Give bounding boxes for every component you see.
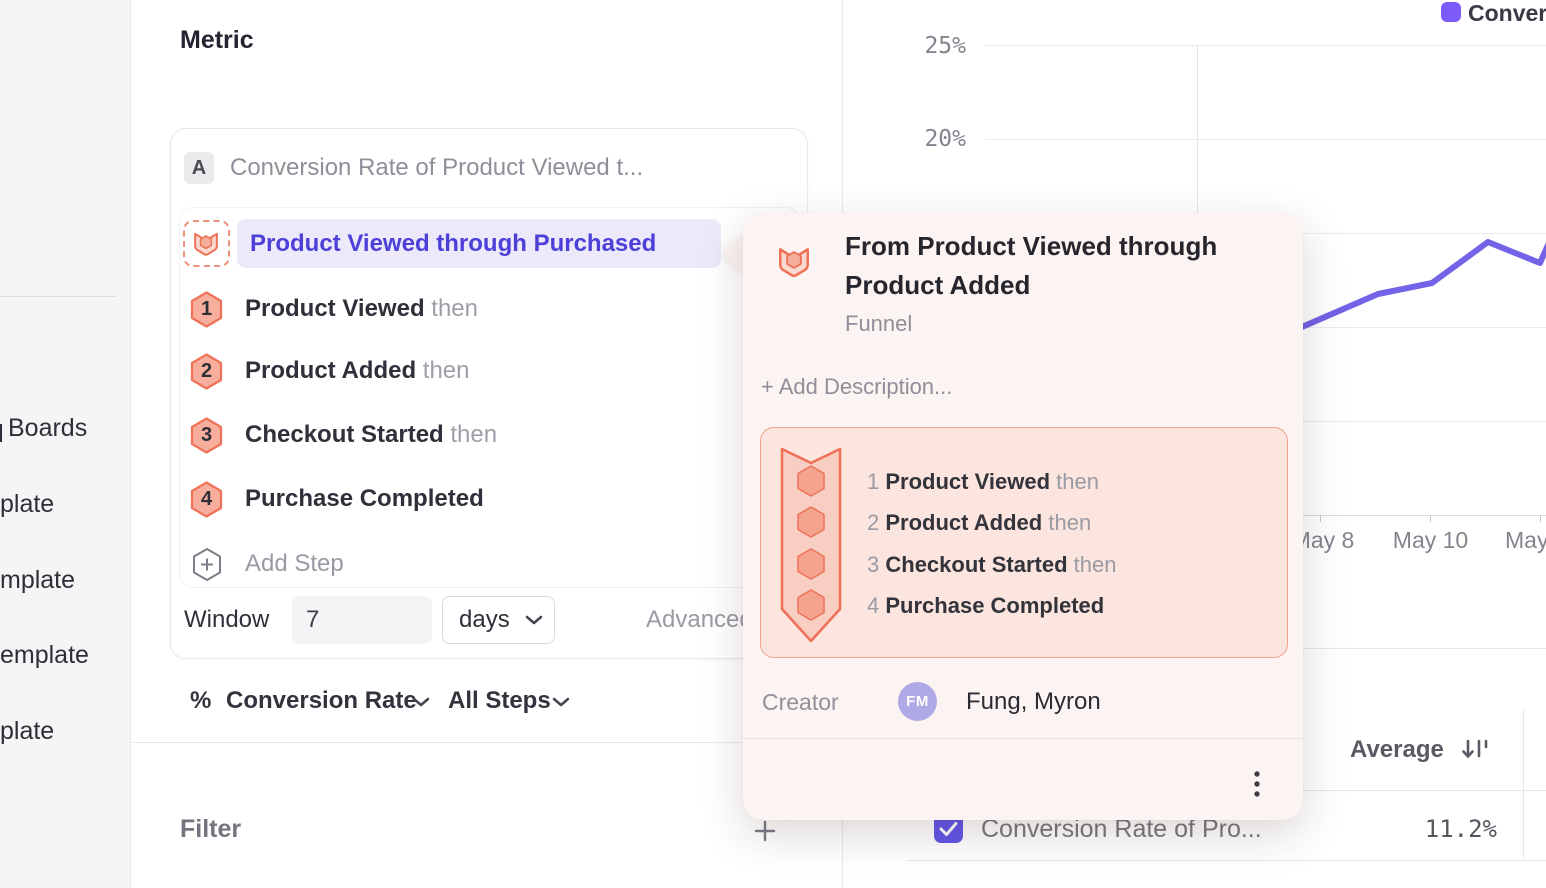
creator-label: Creator [762,689,839,716]
table-row-divider [906,860,1546,861]
popover-step-number: 4 [867,593,879,618]
window-label: Window [184,606,269,634]
sidebar-item-template-4[interactable]: plate [0,717,54,746]
popover-footer-divider [743,738,1303,739]
x-tick-mark [1320,515,1321,522]
measure-percent-icon: % [190,686,211,716]
advanced-link[interactable]: Advanced [646,606,753,634]
sidebar-item-boards[interactable]: Boards [8,414,87,443]
step-name: Product Added [245,357,416,384]
popover-step-name: Product Added [885,510,1042,535]
sort-descending-icon[interactable] [1462,737,1492,763]
table-average-header[interactable]: Average [1350,736,1444,764]
sidebar-item-template-1[interactable]: plate [0,490,54,519]
step-then-label: then [423,357,470,384]
step-then-label: then [450,421,497,448]
step-row-4[interactable]: Purchase Completed [245,483,484,515]
step-badge-3: 3 [190,417,223,454]
add-description-button[interactable]: + Add Description... [761,374,952,400]
step-row-3[interactable]: Checkout Started then [245,419,497,451]
window-value-input[interactable] [292,596,432,644]
metric-details-popover: From Product Viewed through Product Adde… [743,213,1303,820]
chevron-down-icon [525,614,543,626]
x-label-may12: May 12 [1505,527,1546,554]
popover-step-name: Purchase Completed [885,593,1104,618]
x-tick-mark [1540,515,1541,522]
step-name: Checkout Started [245,421,444,448]
popover-step-then: then [1048,510,1091,535]
step-badge-2: 2 [190,353,223,390]
popover-step-name: Product Viewed [885,469,1050,494]
kebab-menu-icon[interactable] [1252,769,1262,801]
table-row-value: 11.2% [1330,815,1497,843]
chevron-down-icon[interactable] [412,696,430,708]
popover-steps-box: 1 Product Viewed then 2 Product Added th… [760,427,1288,658]
popover-step-number: 3 [867,552,879,577]
funnel-icon [775,242,813,280]
popover-step-row-2: 2 Product Added then [867,509,1091,537]
step-then-label: then [431,295,478,322]
metric-section-heading: Metric [180,26,254,55]
metric-card: A Conversion Rate of Product Viewed t...… [170,128,808,659]
popover-step-number: 1 [867,469,879,494]
selected-funnel-icon[interactable] [183,220,230,267]
legend-label[interactable]: Conver [1468,0,1546,26]
sidebar-item-template-3[interactable]: emplate [0,641,89,670]
popover-step-then: then [1074,552,1117,577]
popover-step-then: then [1056,469,1099,494]
funnel-icon [191,228,221,258]
section-divider [131,742,842,743]
step-row-2[interactable]: Product Added then [245,355,470,387]
y-tick-20: 20% [880,126,966,152]
creator-avatar: FM [898,682,937,721]
sidebar-item-icon-fragment [0,424,2,442]
popover-arrow [722,233,744,273]
y-tick-25: 25% [880,33,966,59]
step-name: Product Viewed [245,295,425,322]
popover-step-row-1: 1 Product Viewed then [867,468,1099,496]
popover-title: From Product Viewed through Product Adde… [845,227,1237,305]
sidebar: Boards plate mplate emplate plate [0,0,131,888]
step-number: 2 [190,353,223,390]
measure-scope-dropdown[interactable]: All Steps [448,686,551,716]
filter-heading: Filter [180,815,241,844]
legend-swatch[interactable] [1441,2,1461,22]
step-name: Purchase Completed [245,485,484,512]
measure-type-dropdown[interactable]: Conversion Rate [226,686,417,716]
table-column-divider [1523,710,1524,860]
gridline-25 [985,45,1546,46]
selected-step-pill[interactable]: Product Viewed through Purchased [237,219,721,268]
x-label-may10: May 10 [1383,527,1478,554]
gridline-20 [985,139,1546,140]
popover-step-number: 2 [867,510,879,535]
metric-title[interactable]: Conversion Rate of Product Viewed t... [230,154,643,182]
step-number: 4 [190,481,223,518]
x-tick-mark [1430,515,1431,522]
chevron-down-icon[interactable] [552,696,570,708]
add-filter-plus-icon[interactable] [753,819,777,843]
popover-step-row-3: 3 Checkout Started then [867,551,1116,579]
creator-name: Fung, Myron [966,688,1101,716]
step-badge-1: 1 [190,291,223,328]
selected-step-label: Product Viewed through Purchased [250,219,656,268]
popover-step-name: Checkout Started [885,552,1067,577]
popover-step-row-4: 4 Purchase Completed [867,592,1104,620]
window-unit-select[interactable]: days [442,596,555,644]
popover-type-label: Funnel [845,311,912,337]
sidebar-divider [0,296,116,297]
app-screen: Boards plate mplate emplate plate Metric… [0,0,1546,888]
step-badge-4: 4 [190,481,223,518]
series-badge: A [184,152,214,184]
funnel-ribbon-icon [778,443,844,647]
add-step-icon[interactable] [191,547,223,582]
window-unit-value: days [459,597,510,642]
step-row-1[interactable]: Product Viewed then [245,293,478,325]
step-number: 1 [190,291,223,328]
step-number: 3 [190,417,223,454]
add-step-button[interactable]: Add Step [245,548,344,580]
sidebar-item-template-2[interactable]: mplate [0,566,75,595]
